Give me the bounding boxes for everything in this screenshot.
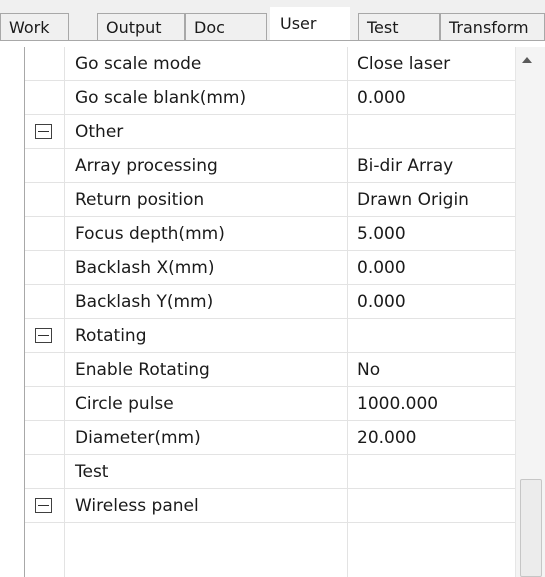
property-value[interactable]: Close laser: [357, 47, 450, 81]
group-row-rotating[interactable]: Rotating: [25, 319, 515, 353]
group-row-other[interactable]: Other: [25, 115, 515, 149]
collapse-icon[interactable]: [35, 328, 52, 343]
property-value[interactable]: 20.000: [357, 421, 416, 455]
tab-bar: Work Output Doc User Test Transform: [0, 0, 545, 41]
property-row-go-scale-blank[interactable]: Go scale blank(mm) 0.000: [25, 81, 515, 115]
property-row-backlash-y[interactable]: Backlash Y(mm) 0.000: [25, 285, 515, 319]
property-row-diameter[interactable]: Diameter(mm) 20.000: [25, 421, 515, 455]
property-row-go-scale-mode[interactable]: Go scale mode Close laser: [25, 47, 515, 81]
property-value[interactable]: 0.000: [357, 251, 406, 285]
property-name: Return position: [75, 190, 205, 210]
group-row-wireless-panel[interactable]: Wireless panel: [25, 489, 515, 523]
property-name: Backlash Y(mm): [75, 292, 214, 312]
property-row-enable-rotating[interactable]: Enable Rotating No: [25, 353, 515, 387]
property-value[interactable]: 0.000: [357, 285, 406, 319]
tab-user[interactable]: User: [270, 7, 350, 41]
group-name: Wireless panel: [75, 496, 199, 516]
property-row-return-position[interactable]: Return position Drawn Origin: [25, 183, 515, 217]
property-row-focus-depth[interactable]: Focus depth(mm) 5.000: [25, 217, 515, 251]
property-name: Array processing: [75, 156, 218, 176]
property-row-test[interactable]: Test: [25, 455, 515, 489]
scroll-up-arrow-icon[interactable]: [522, 57, 532, 63]
property-row-array-processing[interactable]: Array processing Bi-dir Array: [25, 149, 515, 183]
property-name: Go scale mode: [75, 54, 202, 74]
tab-work[interactable]: Work: [0, 13, 69, 40]
property-value[interactable]: Bi-dir Array: [357, 149, 453, 183]
property-name: Go scale blank(mm): [75, 88, 247, 108]
property-name: Test: [75, 462, 109, 482]
property-name: Circle pulse: [75, 394, 174, 414]
collapse-icon[interactable]: [35, 124, 52, 139]
tab-transform[interactable]: Transform: [440, 13, 545, 40]
scrollbar-thumb[interactable]: [520, 479, 542, 577]
collapse-icon[interactable]: [35, 498, 52, 513]
property-value[interactable]: 1000.000: [357, 387, 438, 421]
property-name: Backlash X(mm): [75, 258, 215, 278]
group-name: Other: [75, 122, 124, 142]
tab-output[interactable]: Output: [97, 13, 185, 40]
tab-doc[interactable]: Doc: [185, 13, 267, 40]
property-row-backlash-x[interactable]: Backlash X(mm) 0.000: [25, 251, 515, 285]
property-value[interactable]: No: [357, 353, 380, 387]
property-value[interactable]: Drawn Origin: [357, 183, 469, 217]
property-value[interactable]: 5.000: [357, 217, 406, 251]
property-value[interactable]: 0.000: [357, 81, 406, 115]
property-name: Focus depth(mm): [75, 224, 225, 244]
group-name: Rotating: [75, 326, 147, 346]
tab-test[interactable]: Test: [358, 13, 440, 40]
tab-divider: [0, 40, 545, 41]
property-name: Enable Rotating: [75, 360, 210, 380]
property-name: Diameter(mm): [75, 428, 201, 448]
property-row-circle-pulse[interactable]: Circle pulse 1000.000: [25, 387, 515, 421]
vertical-scrollbar[interactable]: [515, 47, 545, 577]
